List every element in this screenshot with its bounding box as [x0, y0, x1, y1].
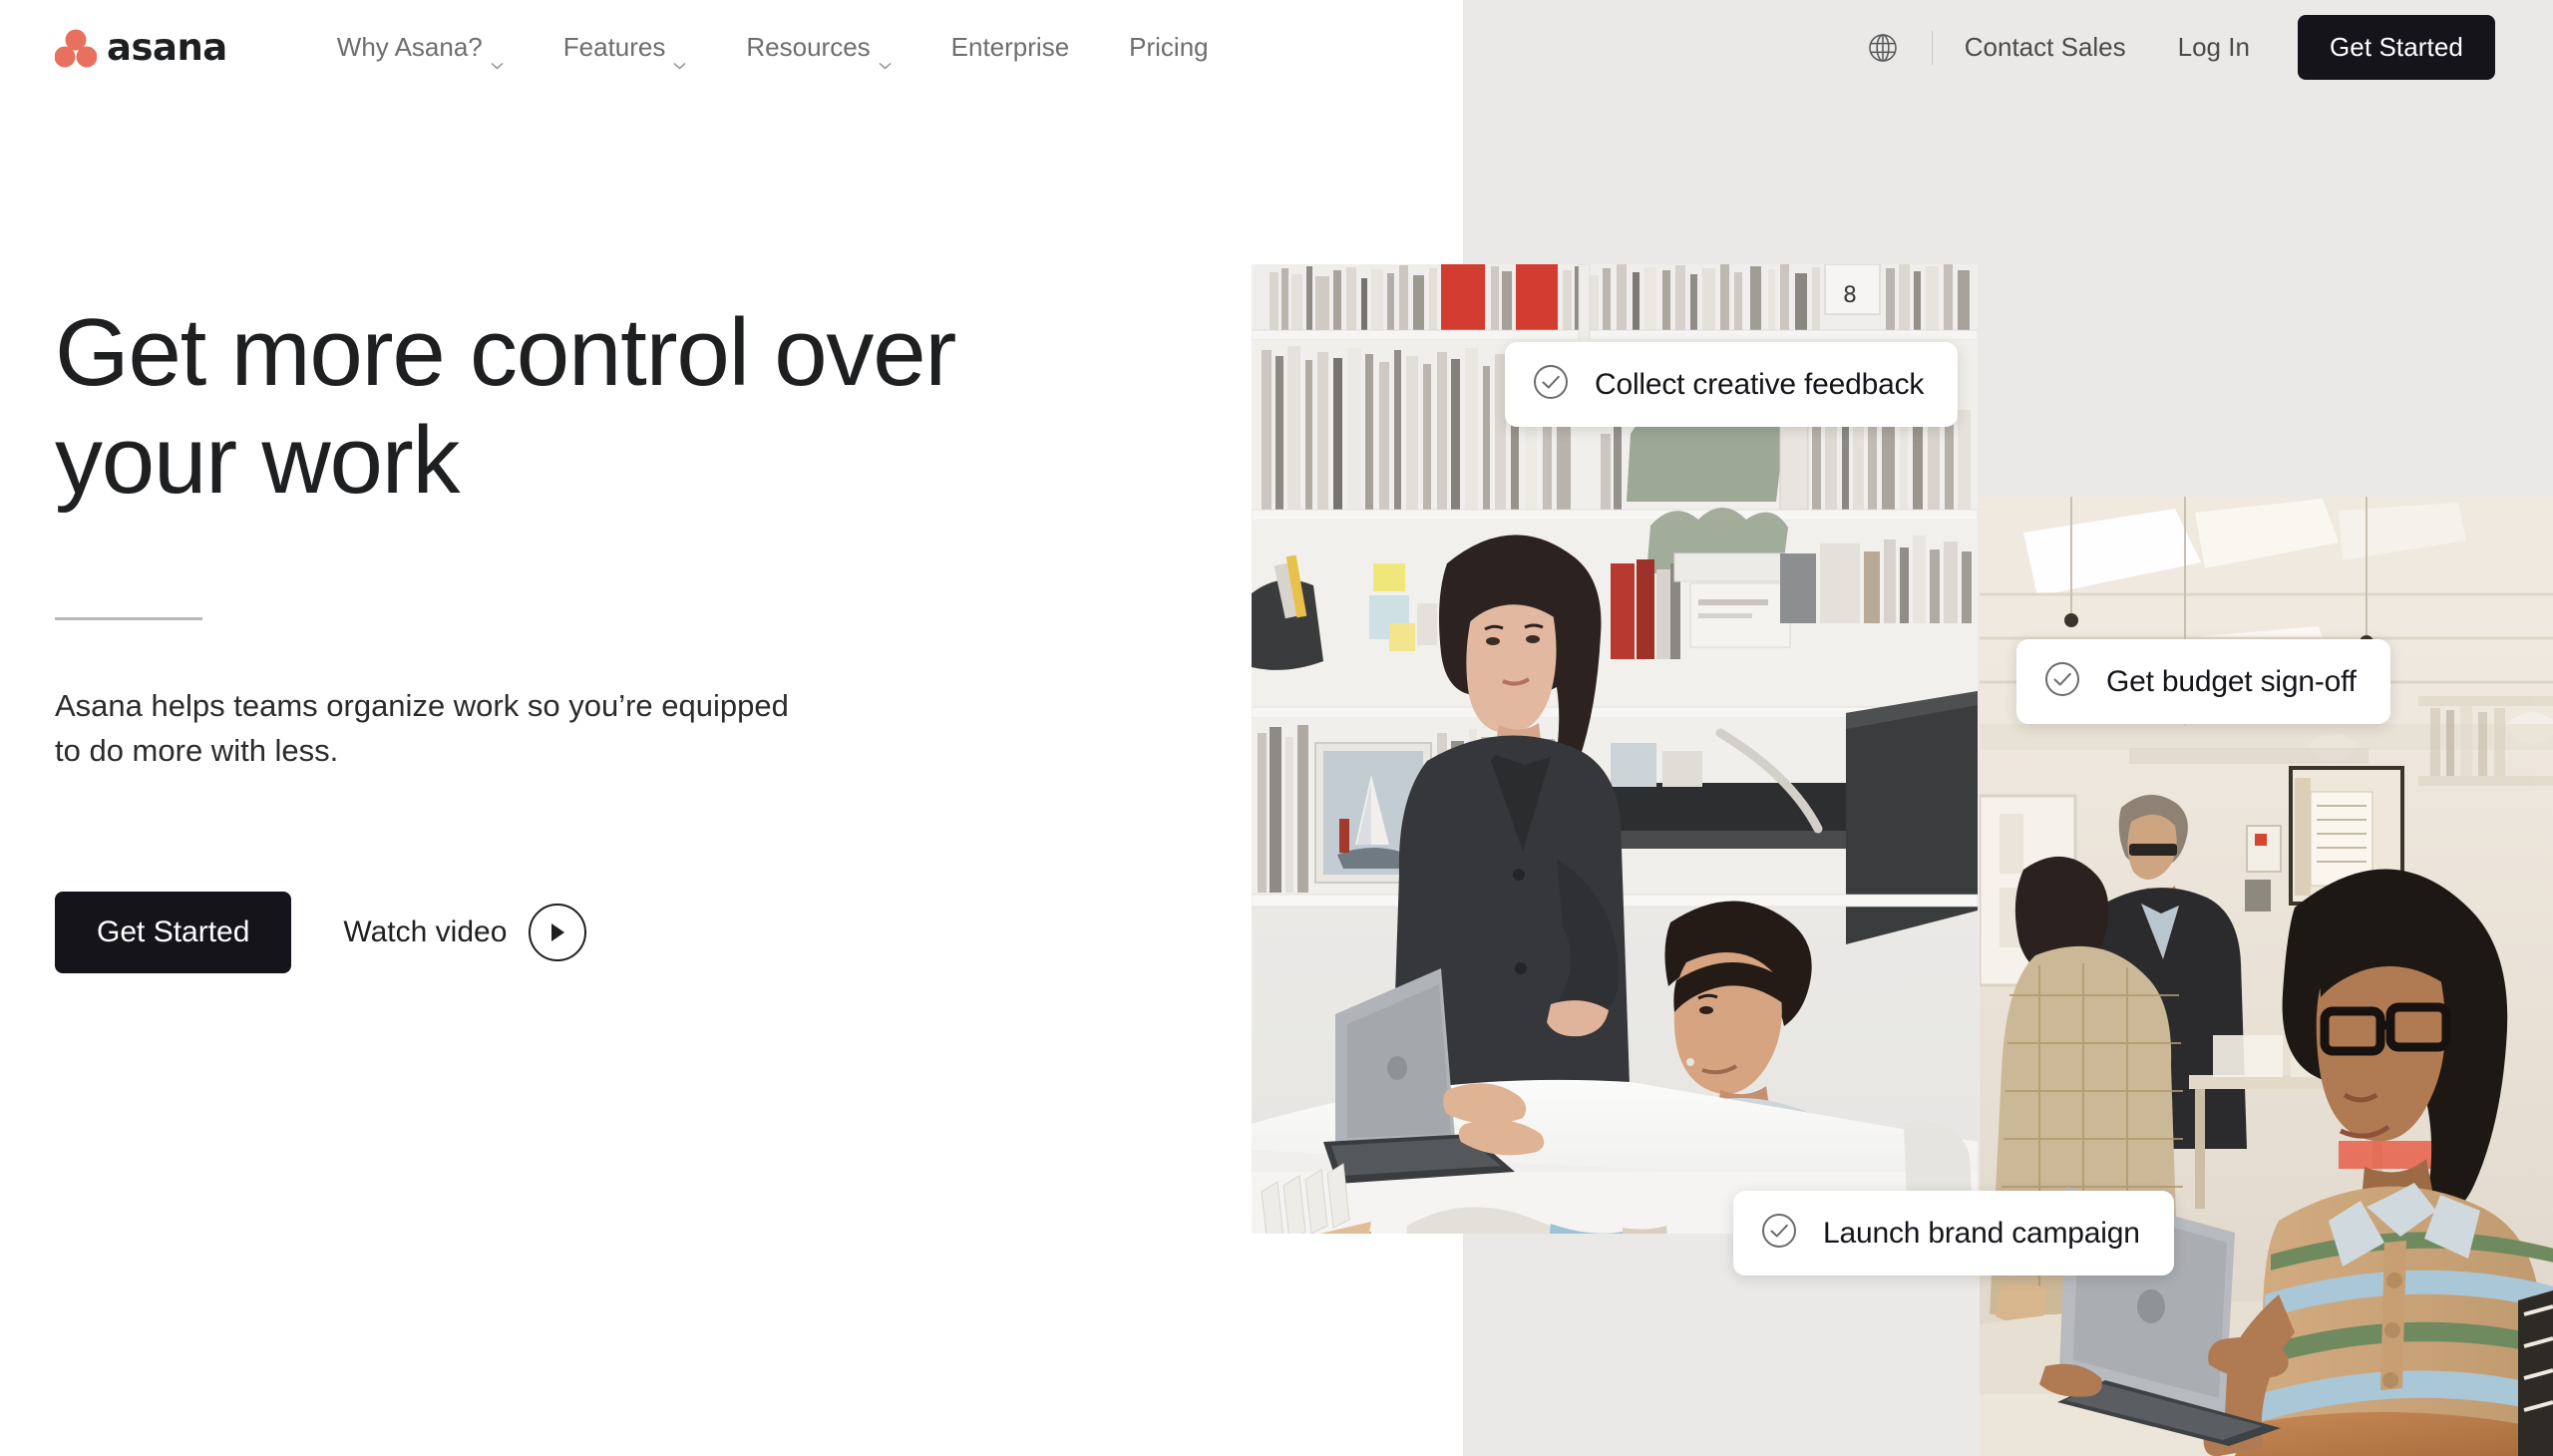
nav-item-why-asana[interactable]: Why Asana?	[307, 32, 534, 69]
chevron-down-icon	[673, 46, 686, 69]
hero-title-line-1: Get more control over	[55, 299, 956, 406]
globe-icon[interactable]	[1840, 31, 1926, 65]
get-started-nav-button[interactable]: Get Started	[2297, 15, 2495, 80]
task-chip-launch-brand-campaign[interactable]: Launch brand campaign	[1733, 1191, 2174, 1275]
contact-sales-link[interactable]: Contact Sales	[1939, 32, 2152, 63]
hero-content: Get more control over your work Asana he…	[55, 299, 1202, 973]
asana-logo[interactable]: asana	[54, 26, 227, 69]
check-circle-icon	[1759, 1211, 1799, 1256]
page-root: 8 asana Why Asana? Features Resources En…	[0, 0, 2553, 1456]
nav-right-group: Contact Sales Log In Get Started	[1840, 0, 2495, 95]
task-chip-get-budget-sign-off[interactable]: Get budget sign-off	[2016, 639, 2390, 724]
nav-item-why-asana-label: Why Asana?	[336, 32, 483, 62]
check-circle-icon	[2042, 659, 2082, 704]
svg-text:8: 8	[1843, 283, 1857, 308]
play-icon	[529, 903, 587, 961]
task-chip-label: Launch brand campaign	[1823, 1216, 2140, 1250]
nav-item-enterprise-label: Enterprise	[950, 32, 1070, 62]
watch-video-button[interactable]: Watch video	[343, 903, 587, 961]
task-chip-collect-creative-feedback[interactable]: Collect creative feedback	[1505, 342, 1959, 427]
check-circle-icon	[1531, 362, 1571, 407]
hero-subtitle: Asana helps teams organize work so you’r…	[55, 688, 789, 768]
asana-logo-wordmark: asana	[107, 26, 227, 69]
log-in-link[interactable]: Log In	[2152, 32, 2276, 63]
primary-nav-links: Why Asana? Features Resources Enterprise…	[307, 32, 1239, 69]
nav-item-features[interactable]: Features	[534, 32, 717, 69]
asana-dots-logo-icon	[54, 28, 98, 68]
get-started-hero-button[interactable]: Get Started	[55, 891, 292, 973]
hero-title: Get more control over your work	[55, 299, 1202, 514]
watch-video-label: Watch video	[343, 914, 508, 948]
nav-item-features-label: Features	[562, 32, 666, 62]
hero-title-line-2: your work	[55, 406, 461, 514]
nav-item-enterprise[interactable]: Enterprise	[921, 32, 1100, 63]
hero-divider-rule	[55, 617, 202, 621]
nav-item-resources-label: Resources	[746, 32, 871, 62]
nav-item-pricing-label: Pricing	[1129, 32, 1209, 62]
chevron-down-icon	[879, 46, 892, 69]
task-chip-label: Get budget sign-off	[2106, 664, 2357, 698]
task-chip-label: Collect creative feedback	[1595, 367, 1925, 401]
chevron-down-icon	[491, 46, 504, 69]
nav-divider	[1931, 30, 1933, 65]
top-navigation-bar: asana Why Asana? Features Resources Ente…	[0, 0, 2553, 95]
nav-item-resources[interactable]: Resources	[716, 32, 920, 69]
nav-item-pricing[interactable]: Pricing	[1099, 32, 1238, 63]
nav-left-group: asana Why Asana? Features Resources Ente…	[0, 26, 1239, 69]
hero-cta-group: Get Started Watch video	[55, 891, 1202, 973]
